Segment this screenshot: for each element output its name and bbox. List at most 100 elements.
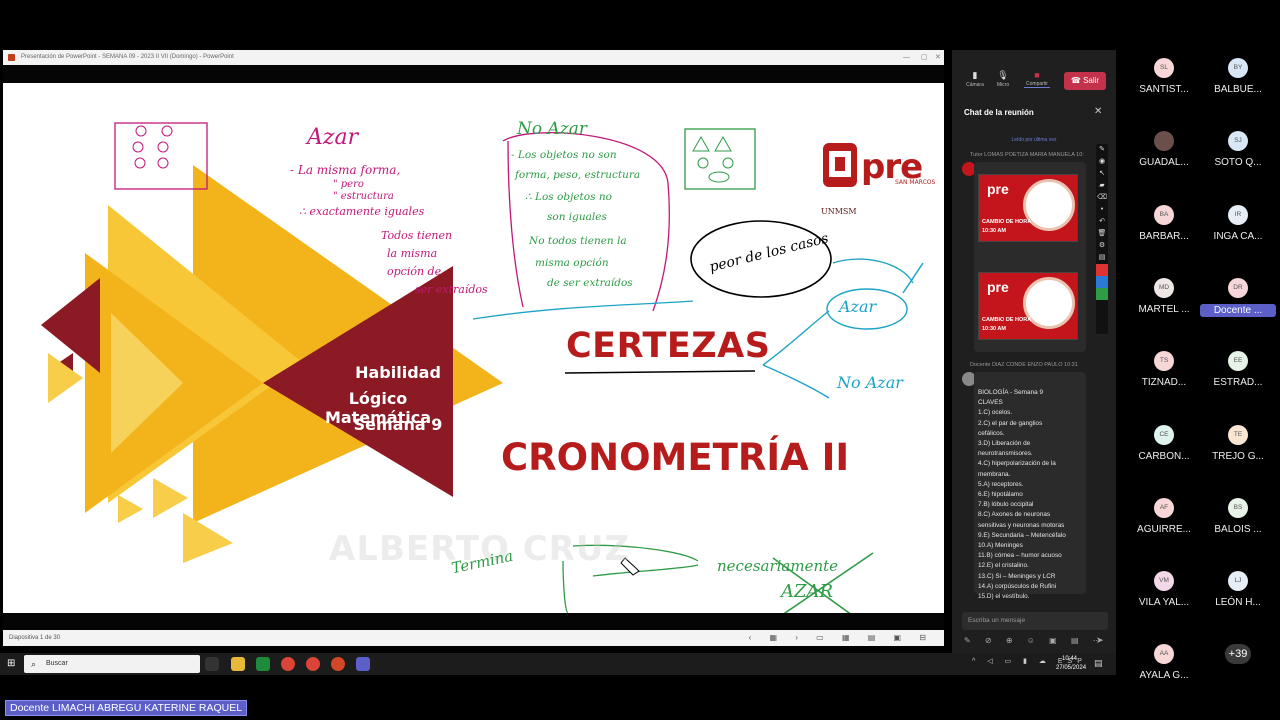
compose-toolbar[interactable]: ✎ ⊘ ⊕ ☺ ▣ ▤ ⋯ <box>964 636 1107 645</box>
participant-tile[interactable]: GUADAL... <box>1120 123 1200 193</box>
participant-tile[interactable]: BA BARBAR... <box>1120 197 1200 267</box>
participant-tile[interactable]: SJ SOTO Q... <box>1194 123 1274 193</box>
notification-icon[interactable]: ▤ <box>1094 658 1103 669</box>
share-button[interactable]: ■ Compartir <box>1024 70 1050 88</box>
phone-icon: ☎ <box>1070 76 1084 85</box>
trash-icon[interactable]: 🗑 <box>1096 228 1108 240</box>
minimize-icon[interactable]: — <box>903 50 910 65</box>
avatar: AF <box>1154 497 1174 518</box>
avatar <box>1154 131 1174 152</box>
eraser-icon[interactable]: ⌫ <box>1096 192 1108 204</box>
avatar: CE <box>1154 424 1174 445</box>
compose-input[interactable]: Escriba un mensaje <box>962 612 1108 630</box>
read-marker: Leído por última vez <box>1011 137 1057 143</box>
ink-crossed-azar: AZAR <box>781 581 834 602</box>
slide-counter: Diapositiva 1 de 30 <box>9 635 61 641</box>
close-icon[interactable]: ✕ <box>935 50 941 65</box>
leave-button[interactable]: ☎ Salir <box>1064 72 1106 90</box>
subject-line-3: Semana 9 <box>353 415 443 434</box>
avatar: TS <box>1154 351 1174 372</box>
participant-tile[interactable]: AA AYALA G... <box>1120 636 1200 706</box>
claves-line: 6.E) hipotálamo <box>978 491 1023 499</box>
chrome-icon-2[interactable] <box>306 657 320 671</box>
clipboard-icon[interactable]: ▤ <box>1096 252 1108 264</box>
participant-tile[interactable]: IR INGA CA... <box>1194 197 1274 267</box>
participant-tile[interactable]: SL SANTIST... <box>1120 50 1200 120</box>
participant-name: LEÓN H... <box>1215 597 1261 609</box>
camera-icon: ▮ <box>972 70 978 80</box>
eye-icon[interactable]: ◉ <box>1096 156 1108 168</box>
avatar: SL <box>1154 58 1174 78</box>
participant-tile[interactable]: MD MARTEL ... <box>1120 270 1200 340</box>
color-blue[interactable] <box>1096 276 1108 288</box>
image-attachment-1[interactable]: pre CAMBIO DE HORA 10:30 AM <box>978 174 1078 242</box>
claves-line: 10.A) Meninges <box>978 542 1023 550</box>
task-view-icon[interactable] <box>205 657 219 671</box>
app-green-icon[interactable] <box>256 657 270 671</box>
ink-noazar-6: misma opción <box>535 257 609 269</box>
chrome-icon[interactable] <box>281 657 295 671</box>
pointer-icon[interactable]: ↖ <box>1096 168 1108 180</box>
maximize-icon[interactable]: ▢ <box>921 50 928 65</box>
avatar: DR <box>1228 277 1248 298</box>
slide[interactable]: Habilidad Lógico Matemática Semana 9 CER… <box>3 83 944 613</box>
color-red[interactable] <box>1096 264 1108 276</box>
pen-toolbar[interactable]: ✎ ◉ ↖ ▰ ⌫ • ↶ 🗑 ⚙ ▤ <box>1096 144 1108 334</box>
triangle-gold-bottom <box>183 513 233 563</box>
send-icon[interactable]: ➤ <box>1096 635 1104 646</box>
ink-noazar-2: forma, peso, estructura <box>515 169 641 181</box>
participant-tile[interactable]: EE ESTRAD... <box>1194 343 1274 413</box>
undo-icon[interactable]: ↶ <box>1096 216 1108 228</box>
avatar: BY <box>1228 58 1248 78</box>
participant-tile[interactable]: CE CARBON... <box>1120 417 1200 487</box>
file-explorer-icon[interactable] <box>231 657 245 671</box>
teams-taskbar-icon[interactable] <box>356 657 370 671</box>
more-participants-badge: +39 <box>1225 644 1251 665</box>
powerpoint-icon <box>8 54 15 61</box>
mic-button[interactable]: 🎙 Micro <box>990 70 1016 88</box>
logo-unmsm: UNMSM <box>821 207 857 216</box>
chat-title: Chat de la reunión <box>964 108 1034 117</box>
claves-line: cefálicos. <box>978 429 1005 437</box>
mic-icon: 🎙 <box>997 70 1009 80</box>
taskbar-search[interactable]: ⌕ Buscar <box>24 655 200 673</box>
close-icon[interactable]: ✕ <box>1094 106 1102 117</box>
image-attachment-2[interactable]: pre CAMBIO DE HORA 10:30 AM <box>978 272 1078 340</box>
camera-button[interactable]: ▮ Cámara <box>962 70 988 88</box>
avatar: BA <box>1154 204 1174 225</box>
claves-line: neurotransmisores. <box>978 450 1033 458</box>
claves-line: 11.B) córnea – humor acuoso <box>978 552 1062 560</box>
screen: Presentación de PowerPoint - SEMANA 09 -… <box>0 0 1280 720</box>
participant-name: ESTRAD... <box>1213 377 1263 389</box>
title-certezas: CERTEZAS <box>566 326 771 366</box>
participant-tile[interactable]: LJ LEÓN H... <box>1194 563 1274 633</box>
pen-icon[interactable]: ✎ <box>1096 144 1108 156</box>
participant-tile[interactable]: AF AGUIRRE... <box>1120 490 1200 560</box>
powerpoint-taskbar-icon[interactable] <box>331 657 345 671</box>
participant-tile[interactable]: TE TREJO G... <box>1194 417 1274 487</box>
ink-box-shapes <box>684 128 756 190</box>
claves-line: 8.C) Axones de neuronas <box>978 511 1051 519</box>
participant-tile[interactable]: DR Docente ... <box>1194 270 1276 340</box>
highlighter-icon[interactable]: ▰ <box>1096 180 1108 192</box>
ink-todos-4: ser extraídos <box>415 283 488 296</box>
color-green[interactable] <box>1096 288 1108 300</box>
dot-icon[interactable]: • <box>1096 204 1108 216</box>
windows-start-icon[interactable]: ⊞ <box>7 658 15 669</box>
ppt-bottom-bar <box>3 613 944 630</box>
participant-tile[interactable]: VM VILA YAL... <box>1120 563 1200 633</box>
ink-azar: Azar <box>307 125 359 150</box>
participant-name: Docente ... <box>1200 303 1276 317</box>
ink-branch-noazar: No Azar <box>837 373 903 392</box>
taskbar: ⊞ ⌕ Buscar ^ ◁ ▭ ▮ ☁ ESP 10:44 27/05/202… <box>0 653 1116 675</box>
settings-icon[interactable]: ⚙ <box>1096 240 1108 252</box>
view-controls[interactable]: ‹ ▦ › ▭ ▦ ▤ ▣ ⊟ <box>749 630 934 646</box>
ppt-statusbar: Diapositiva 1 de 30 ‹ ▦ › ▭ ▦ ▤ ▣ ⊟ <box>3 630 944 646</box>
avatar: BS <box>1228 497 1248 518</box>
ink-branch-azar: Azar <box>839 297 877 316</box>
participant-tile[interactable]: +39 <box>1194 636 1274 706</box>
participant-tile[interactable]: BS BALOIS ... <box>1194 490 1274 560</box>
participant-tile[interactable]: TS TIZNAD... <box>1120 343 1200 413</box>
avatar: SJ <box>1228 131 1248 152</box>
participant-tile[interactable]: BY BALBUE... <box>1194 50 1274 120</box>
